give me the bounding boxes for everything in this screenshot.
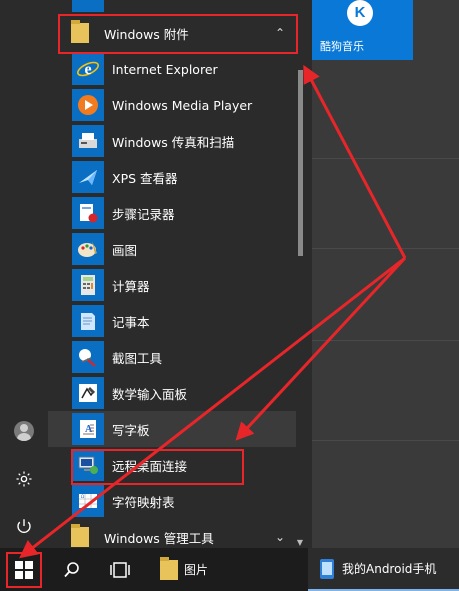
folder-icon [160, 556, 178, 580]
start-button[interactable] [0, 548, 48, 591]
list-item-partial [48, 0, 298, 14]
svg-text:A: A [85, 424, 93, 435]
taskbar: 图片 我的Android手机 [0, 548, 459, 591]
wordpad-icon: A [80, 420, 96, 438]
app-paint[interactable]: 画图 [48, 231, 298, 267]
remote-desktop-icon [78, 456, 98, 474]
user-account-button[interactable] [0, 407, 48, 455]
fax-scan-icon [79, 133, 97, 148]
taskbar-android-phone[interactable]: 我的Android手机 [308, 548, 459, 591]
app-calculator[interactable]: 计算器 [48, 267, 298, 303]
folder-icon [71, 20, 89, 43]
media-player-icon [78, 95, 98, 115]
desktop-background [300, 0, 459, 548]
app-steps-recorder[interactable]: 步骤记录器 [48, 195, 298, 231]
chevron-down-icon[interactable]: ⌄ [272, 529, 288, 545]
app-internet-explorer[interactable]: e Internet Explorer [48, 51, 298, 87]
app-windows-media-player[interactable]: Windows Media Player [48, 87, 298, 123]
app-remote-desktop[interactable]: 远程桌面连接 [48, 447, 298, 483]
task-view-icon [110, 561, 130, 578]
app-math-input-panel[interactable]: 数学输入面板 [48, 375, 298, 411]
task-view-button[interactable] [96, 548, 144, 591]
app-windows-fax-scan[interactable]: Windows 传真和扫描 [48, 123, 298, 159]
search-button[interactable] [48, 548, 96, 591]
snipping-tool-icon [79, 349, 96, 367]
folder-icon [71, 524, 89, 547]
kugou-logo-icon: K [347, 0, 373, 26]
settings-button[interactable] [0, 455, 48, 503]
user-avatar-icon [14, 421, 34, 441]
app-notepad[interactable]: 记事本 [48, 303, 298, 339]
app-snipping-tool[interactable]: 截图工具 [48, 339, 298, 375]
windows-logo-icon [15, 560, 33, 579]
internet-explorer-icon: e [77, 61, 99, 78]
pinned-tile-kugou-music[interactable]: K 酷狗音乐 [312, 0, 413, 60]
paint-icon [78, 241, 97, 257]
tile-label: 酷狗音乐 [320, 40, 364, 53]
app-list-scrollbar-thumb[interactable] [298, 70, 303, 256]
power-icon [17, 519, 31, 533]
app-character-map[interactable]: Ω 字符映射表 [48, 483, 298, 519]
start-menu: Windows 附件 ⌃ e Internet Explorer Windows… [0, 0, 413, 555]
app-icon [72, 0, 104, 12]
taskbar-pictures-folder[interactable]: 图片 [150, 548, 240, 591]
group-label: Windows 附件 [104, 26, 189, 42]
math-input-icon [79, 384, 97, 402]
phone-icon [320, 558, 334, 579]
start-left-rail [0, 0, 48, 548]
app-list: Windows 附件 ⌃ e Internet Explorer Windows… [48, 0, 298, 555]
calculator-icon [81, 275, 95, 295]
group-windows-accessories[interactable]: Windows 附件 ⌃ [48, 15, 298, 51]
app-xps-viewer[interactable]: XPS 查看器 [48, 159, 298, 195]
gear-icon [16, 471, 32, 487]
notepad-icon [81, 313, 95, 330]
svg-text:Ω: Ω [81, 494, 84, 499]
power-button[interactable] [0, 502, 48, 550]
xps-viewer-icon [79, 170, 97, 185]
search-icon [64, 561, 79, 577]
app-wordpad[interactable]: A 写字板 [48, 411, 298, 447]
chevron-up-icon[interactable]: ⌃ [272, 25, 288, 41]
character-map-icon: Ω [79, 494, 97, 508]
scroll-down-arrow-icon[interactable]: ▼ [295, 538, 305, 548]
svg-text:e: e [84, 61, 91, 78]
steps-recorder-icon [80, 204, 98, 223]
